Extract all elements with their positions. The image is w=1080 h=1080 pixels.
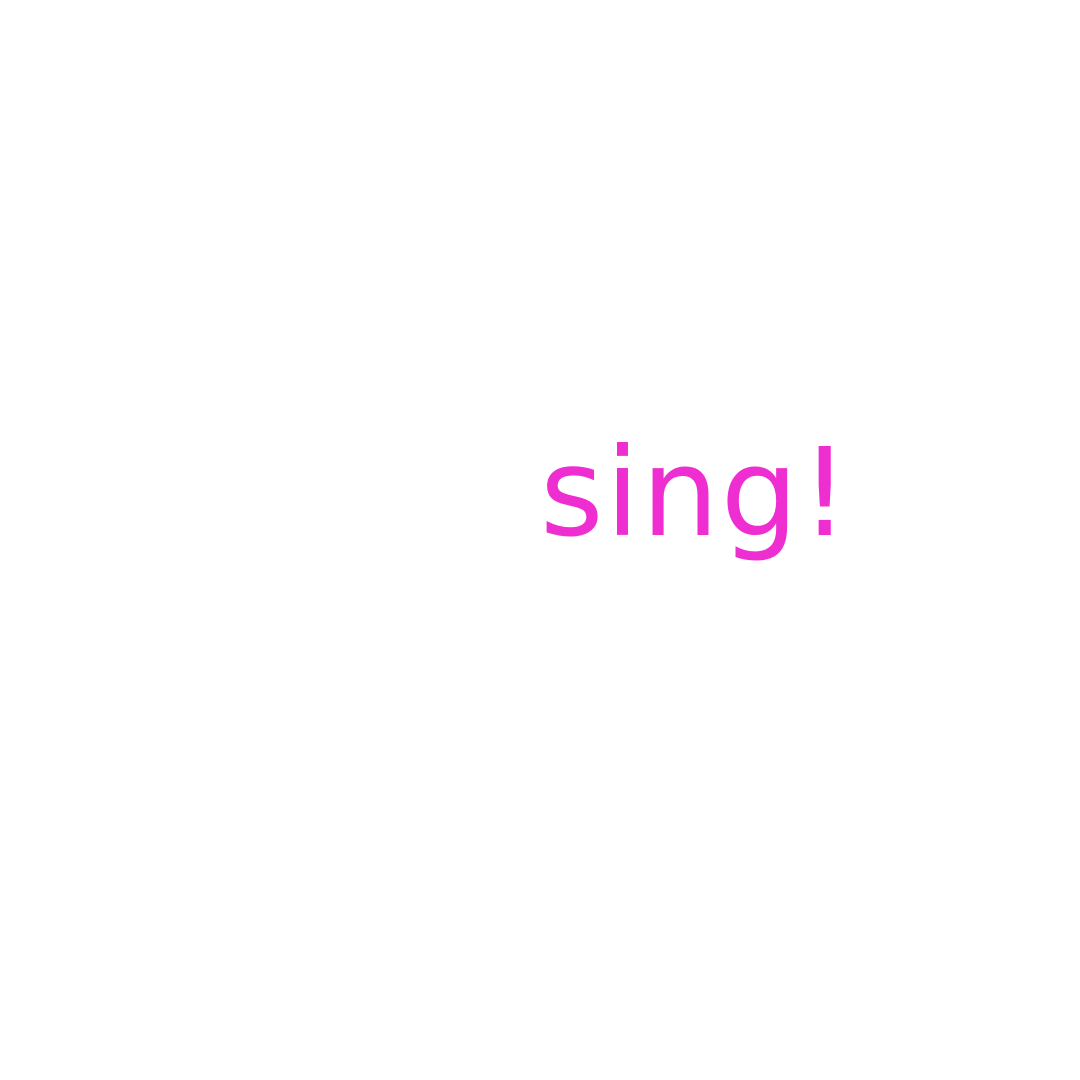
headline-text: sing! <box>540 422 852 564</box>
canvas: sing! <box>0 0 1080 1080</box>
